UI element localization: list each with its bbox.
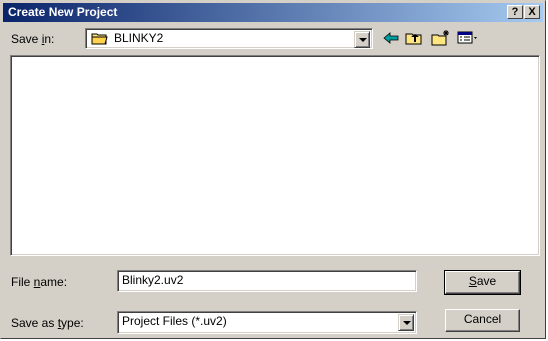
save-in-value: BLINKY2 [114,31,164,45]
view-menu-icon [457,31,477,44]
create-project-dialog: Create New Project ? X Save in: BLINKY2 [0,0,546,339]
save-as-type-label: Save as type: [11,316,84,330]
save-button[interactable]: Save [444,270,521,295]
new-folder-icon [431,30,449,46]
back-button[interactable] [380,28,402,48]
up-folder-button[interactable] [403,28,425,48]
save-in-dropdown-button[interactable] [354,31,370,48]
file-name-value: Blinky2.uv2 [122,273,184,287]
dialog-title: Create New Project [8,5,118,19]
save-as-type-value: Project Files (*.uv2) [122,314,227,328]
help-button[interactable]: ? [507,5,523,19]
title-bar[interactable]: Create New Project ? X [3,3,543,22]
save-as-type-dropdown-button[interactable] [398,314,414,331]
file-name-label: File name: [11,275,68,289]
save-in-combobox[interactable]: BLINKY2 [85,28,373,49]
save-as-type-combobox[interactable]: Project Files (*.uv2) [117,311,417,334]
file-list[interactable] [10,55,540,256]
new-folder-button[interactable] [429,28,451,48]
close-button[interactable]: X [524,5,540,19]
up-folder-icon [405,33,422,45]
view-menu-button[interactable] [455,28,481,48]
folder-icon [91,33,108,45]
cancel-button[interactable]: Cancel [445,309,520,332]
back-arrow-icon [383,32,399,44]
file-name-input[interactable]: Blinky2.uv2 [117,270,417,292]
save-in-label: Save in: [11,32,55,46]
